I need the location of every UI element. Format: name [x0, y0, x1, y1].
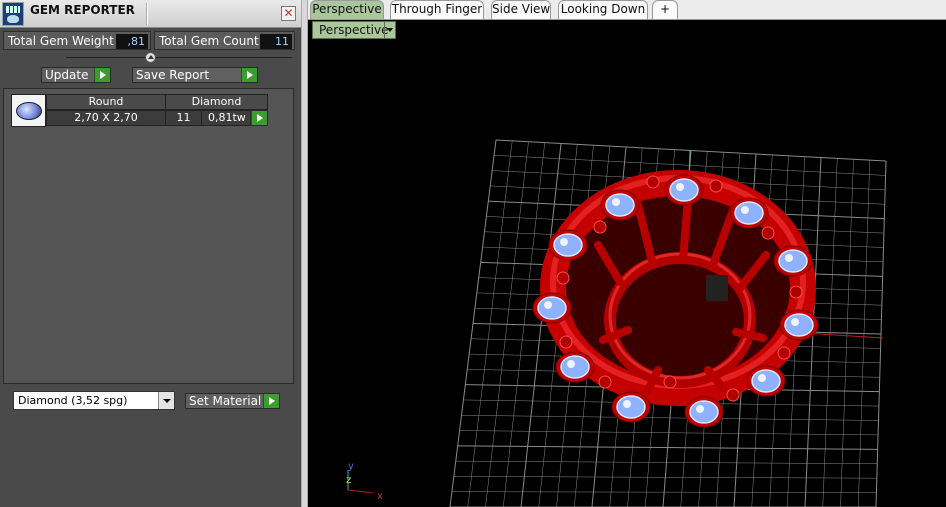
- view-mode-dropdown[interactable]: Perspective: [312, 21, 396, 39]
- prong: [593, 220, 607, 234]
- gem-highlight: [696, 405, 704, 413]
- gem-stone: [751, 369, 781, 393]
- axis-label-x: x: [377, 491, 383, 502]
- slider-handle-icon[interactable]: [145, 52, 156, 63]
- panel-title: GEM REPORTER: [30, 3, 135, 17]
- total-gem-weight: Total Gem Weight ,81: [3, 31, 151, 50]
- ring-inner-post: [706, 275, 728, 301]
- title-divider: [146, 3, 148, 25]
- prong: [556, 271, 570, 285]
- gem-stone: [560, 355, 590, 379]
- close-icon[interactable]: ✕: [281, 6, 296, 21]
- tab-perspective[interactable]: Perspective: [310, 0, 384, 19]
- tab-looking-down[interactable]: Looking Down: [558, 0, 648, 19]
- app-icon: [2, 2, 24, 26]
- play-arrow-icon: [251, 111, 267, 125]
- gem-row-action-button[interactable]: [250, 110, 268, 126]
- gem-highlight: [741, 206, 749, 214]
- prong: [709, 179, 723, 193]
- play-arrow-icon: [94, 68, 110, 82]
- axis-triad-icon: y z x: [346, 461, 383, 502]
- gem-highlight: [676, 183, 684, 191]
- 3d-viewport[interactable]: y z x Perspective: [308, 20, 946, 507]
- gem-stone: [537, 296, 567, 320]
- gem-stone: [605, 193, 635, 217]
- table-cell-count: 11: [165, 110, 202, 126]
- material-select[interactable]: Diamond (3,52 spg): [13, 391, 175, 410]
- add-tab-icon[interactable]: +: [652, 0, 678, 19]
- table-cell-weight: 0,81tw: [201, 110, 251, 126]
- gem-highlight: [623, 400, 631, 408]
- update-button-label: Update: [45, 68, 89, 82]
- gem-highlight: [567, 360, 575, 368]
- prong: [777, 346, 791, 360]
- axis-label-z: z: [346, 475, 351, 486]
- tab-side-view[interactable]: Side View: [491, 0, 551, 19]
- set-material-button-label: Set Material: [189, 394, 262, 408]
- view-tab-bar: Perspective Through Finger Side View Loo…: [308, 0, 946, 20]
- total-gem-weight-value: ,81: [116, 34, 148, 49]
- ring-scene: y z x: [346, 139, 887, 507]
- save-report-button-label: Save Report: [136, 68, 210, 82]
- tab-through-finger[interactable]: Through Finger: [390, 0, 484, 19]
- prong: [559, 335, 573, 349]
- gem-stone: [778, 249, 808, 273]
- gem-stone: [669, 178, 699, 202]
- prong: [646, 175, 660, 189]
- play-arrow-icon: [263, 394, 279, 408]
- table-header-material: Diamond: [165, 94, 268, 110]
- gem-highlight: [544, 301, 552, 309]
- gem-stone: [689, 400, 719, 424]
- gem-oval-icon[interactable]: [11, 94, 46, 127]
- ring-model: [532, 170, 819, 428]
- total-gem-weight-label: Total Gem Weight: [8, 34, 114, 48]
- total-gem-count: Total Gem Count 11: [154, 31, 295, 50]
- view-mode-label: Perspective: [319, 23, 389, 37]
- prong: [761, 226, 775, 240]
- panel-splitter[interactable]: [301, 0, 308, 507]
- gem-stone: [784, 313, 814, 337]
- gem-report-area: Round Diamond 2,70 X 2,70 11 0,81tw: [3, 88, 294, 384]
- axis-label-y: y: [348, 461, 354, 472]
- slider-track: [66, 57, 292, 58]
- total-gem-count-label: Total Gem Count: [159, 34, 259, 48]
- dropdown-arrow-icon[interactable]: [158, 392, 174, 409]
- save-report-button[interactable]: Save Report: [132, 67, 258, 83]
- dropdown-arrow-icon[interactable]: [384, 22, 395, 38]
- gem-stone: [553, 233, 583, 257]
- gem-highlight: [612, 198, 620, 206]
- gem-highlight: [791, 318, 799, 326]
- material-select-value: Diamond (3,52 spg): [18, 394, 128, 407]
- table-header-shape: Round: [46, 94, 166, 110]
- gem-reporter-panel: GEM REPORTER ✕ Total Gem Weight ,81 Tota…: [0, 0, 301, 507]
- update-button[interactable]: Update: [41, 67, 111, 83]
- gem-stone: [734, 201, 764, 225]
- prong: [598, 375, 612, 389]
- total-gem-count-value: 11: [260, 34, 292, 49]
- prong: [789, 285, 803, 299]
- set-material-button[interactable]: Set Material: [185, 393, 280, 409]
- gem-stone: [616, 395, 646, 419]
- gem-highlight: [785, 254, 793, 262]
- prong: [663, 375, 677, 389]
- panel-title-bar: GEM REPORTER ✕: [0, 0, 301, 28]
- gem-highlight: [560, 238, 568, 246]
- prong: [726, 388, 740, 402]
- table-cell-size: 2,70 X 2,70: [46, 110, 166, 126]
- gem-highlight: [758, 374, 766, 382]
- play-arrow-icon: [241, 68, 257, 82]
